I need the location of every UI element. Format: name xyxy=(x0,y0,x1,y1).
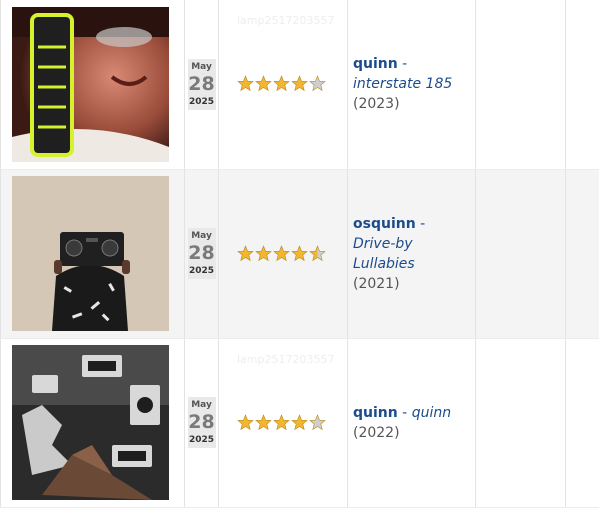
faded-username: lamp2517203557 xyxy=(237,353,334,366)
diary-row: May 28 2025 osquinn - Drive-by Lullabies… xyxy=(1,169,599,338)
calendar-date[interactable]: May 28 2025 xyxy=(188,397,216,448)
rating-cell xyxy=(219,169,348,338)
separator: - xyxy=(416,216,426,232)
calendar-date[interactable]: May 28 2025 xyxy=(188,59,216,110)
album-title-link[interactable]: quinn xyxy=(412,405,451,421)
star-full-icon xyxy=(255,75,272,92)
empty-cell xyxy=(566,169,599,338)
diary-row: May 28 2025 lamp2517203557 quinn - quinn… xyxy=(1,338,599,507)
rating-cell: lamp2517203557 xyxy=(219,338,348,507)
empty-cell xyxy=(476,338,566,507)
date-month: May xyxy=(188,59,216,73)
diary-table: May 28 2025 lamp2517203557 quinn - inter… xyxy=(0,0,599,508)
album-cover[interactable] xyxy=(12,7,169,162)
star-full-icon xyxy=(273,245,290,262)
release-year: (2023) xyxy=(353,96,400,112)
star-full-icon xyxy=(273,75,290,92)
diary-row: May 28 2025 lamp2517203557 quinn - inter… xyxy=(1,0,599,169)
date-cell: May 28 2025 xyxy=(185,0,219,169)
faded-username: lamp2517203557 xyxy=(237,14,334,27)
star-rating xyxy=(219,412,347,434)
star-full-icon xyxy=(291,414,308,431)
date-day: 28 xyxy=(188,411,216,433)
star-full-icon xyxy=(255,414,272,431)
entry-cell: quinn - interstate 185 (2023) xyxy=(348,0,476,169)
rating-cell: lamp2517203557 xyxy=(219,0,348,169)
star-empty-icon xyxy=(309,414,326,431)
artist-link[interactable]: quinn xyxy=(353,405,398,421)
date-year: 2025 xyxy=(188,264,216,279)
entry-cell: quinn - quinn (2022) xyxy=(348,338,476,507)
album-cover[interactable] xyxy=(12,345,169,500)
artist-link[interactable]: osquinn xyxy=(353,216,416,232)
release-year: (2021) xyxy=(353,276,400,292)
date-day: 28 xyxy=(188,73,216,95)
date-year: 2025 xyxy=(188,95,216,110)
star-full-icon xyxy=(273,414,290,431)
star-rating xyxy=(219,243,347,265)
album-title-link[interactable]: interstate 185 xyxy=(353,76,452,92)
artist-link[interactable]: quinn xyxy=(353,56,398,72)
star-full-icon xyxy=(255,245,272,262)
star-rating xyxy=(219,73,347,95)
album-cover[interactable] xyxy=(12,176,169,331)
date-month: May xyxy=(188,397,216,411)
star-full-icon xyxy=(237,75,254,92)
empty-cell xyxy=(566,0,599,169)
empty-cell xyxy=(476,0,566,169)
entry-cell: osquinn - Drive-by Lullabies (2021) xyxy=(348,169,476,338)
date-year: 2025 xyxy=(188,433,216,448)
star-full-icon xyxy=(237,414,254,431)
cover-cell xyxy=(1,0,185,169)
date-month: May xyxy=(188,228,216,242)
star-full-icon xyxy=(237,245,254,262)
separator: - xyxy=(398,56,408,72)
star-empty-icon xyxy=(309,75,326,92)
star-full-icon xyxy=(291,245,308,262)
date-cell: May 28 2025 xyxy=(185,169,219,338)
cover-cell xyxy=(1,338,185,507)
release-year: (2022) xyxy=(353,425,400,441)
album-title-link[interactable]: Drive-by Lullabies xyxy=(353,236,415,272)
empty-cell xyxy=(566,338,599,507)
calendar-date[interactable]: May 28 2025 xyxy=(188,228,216,279)
star-full-icon xyxy=(291,75,308,92)
empty-cell xyxy=(476,169,566,338)
date-day: 28 xyxy=(188,242,216,264)
separator: - xyxy=(398,405,412,421)
cover-cell xyxy=(1,169,185,338)
date-cell: May 28 2025 xyxy=(185,338,219,507)
star-half-icon xyxy=(309,245,326,262)
